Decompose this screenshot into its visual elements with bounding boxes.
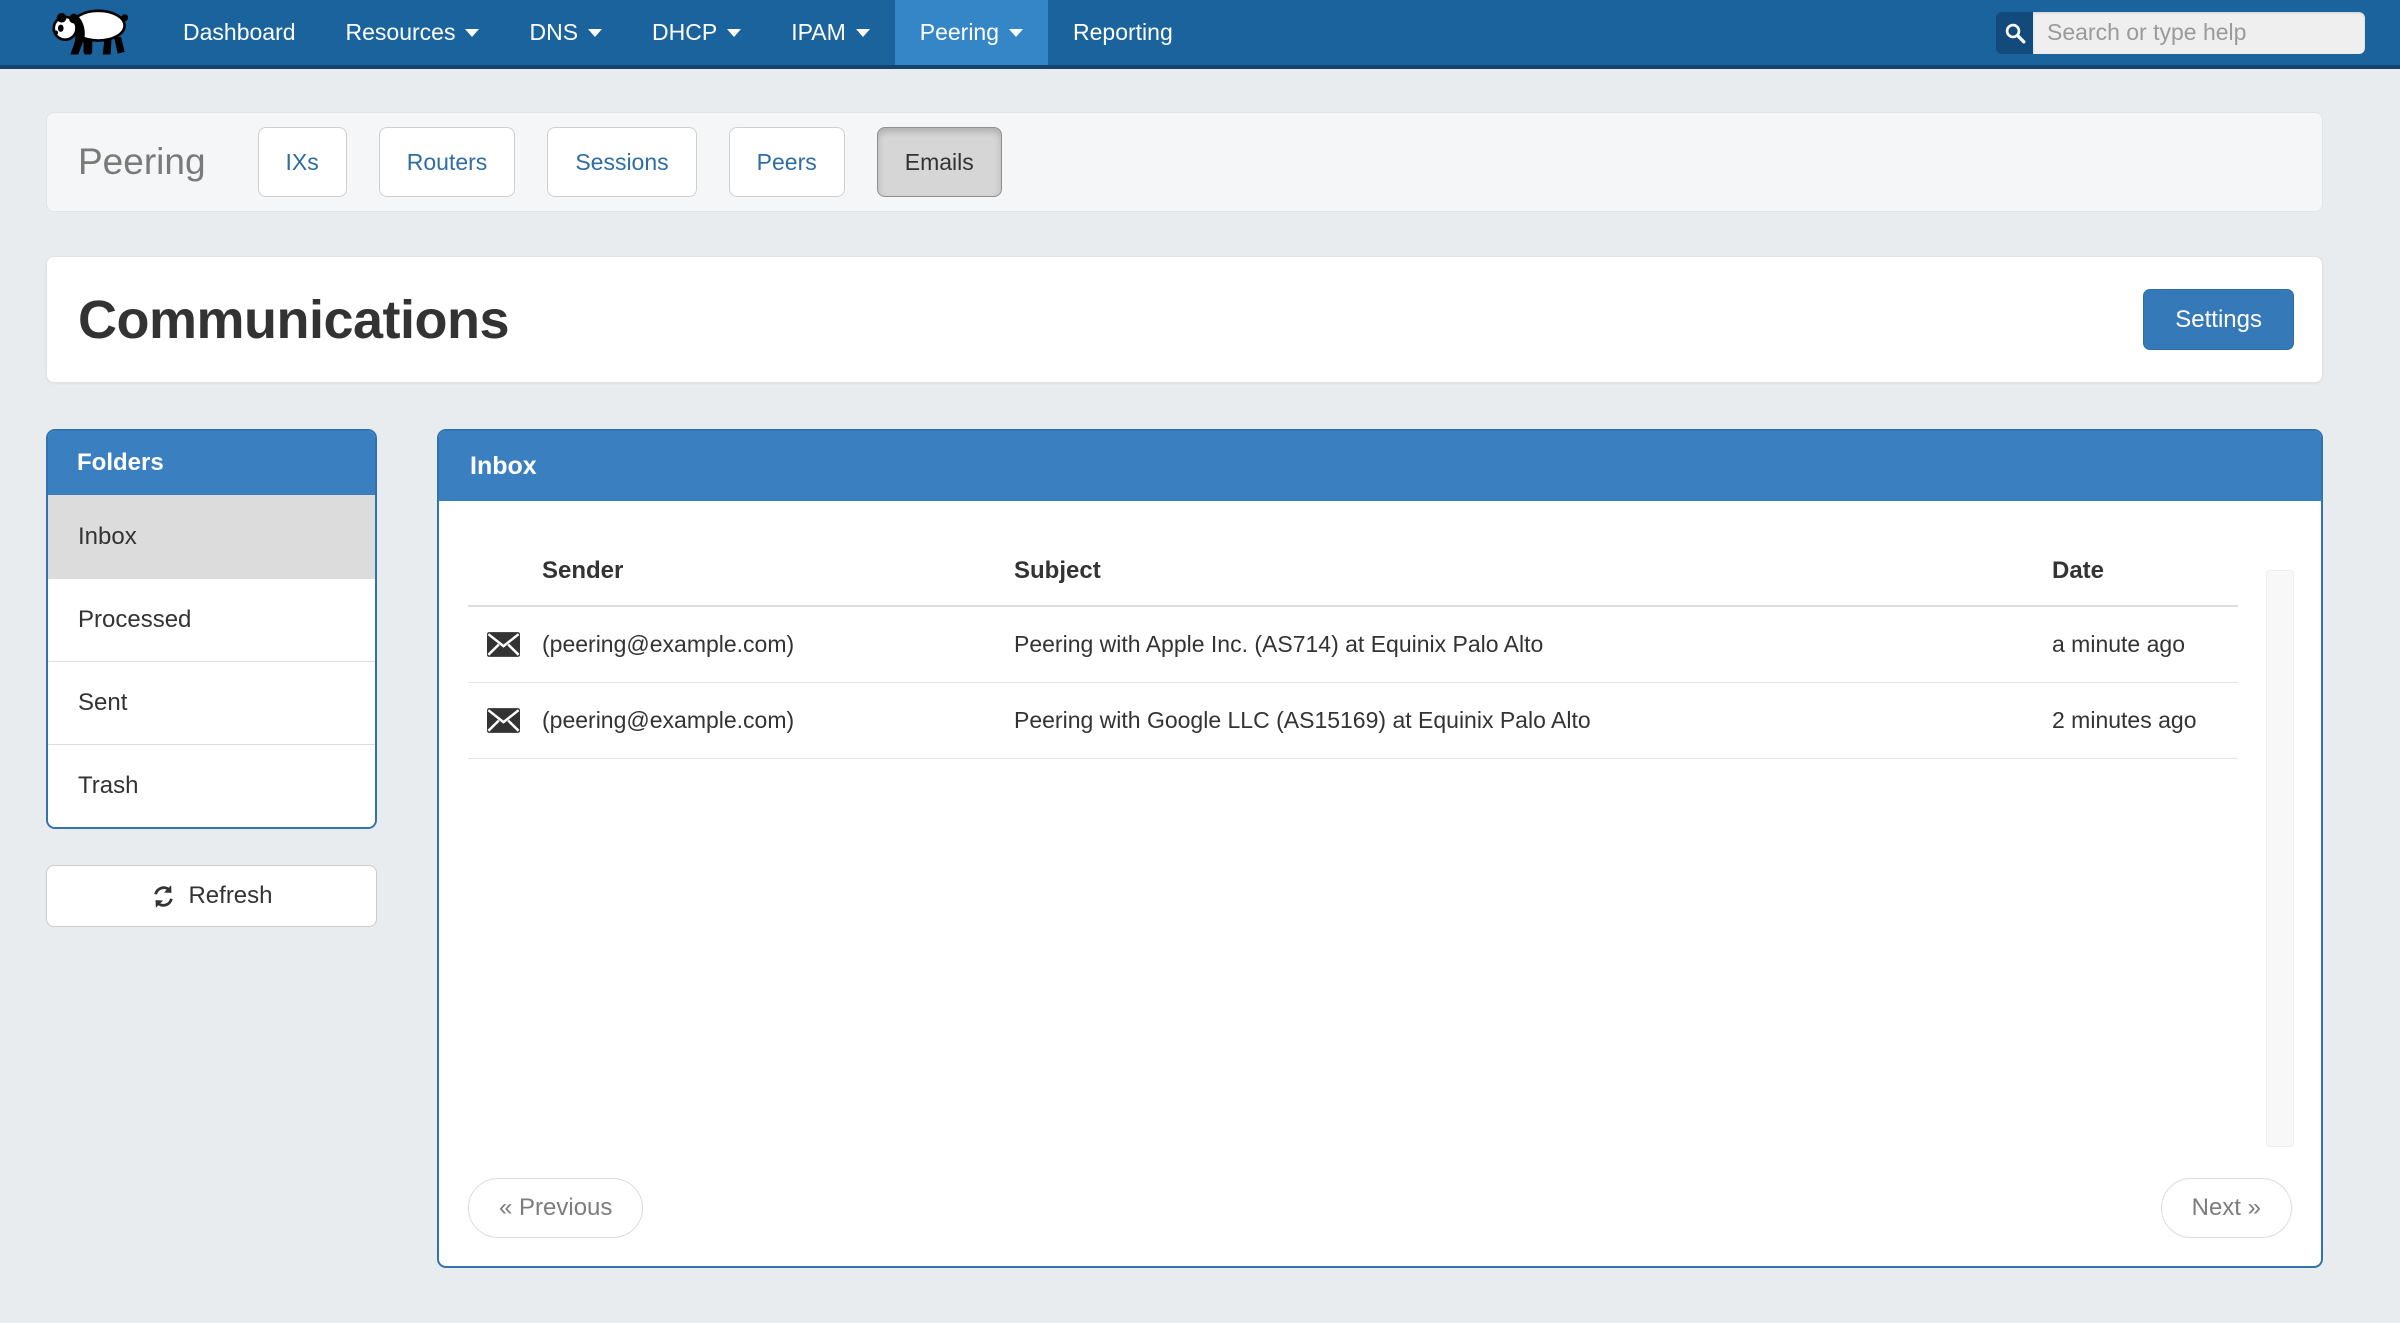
inbox-panel: Inbox Sender Subject Date [437,429,2323,1268]
mail-table-header-row: Sender Subject Date [468,543,2238,606]
subject-cell: Peering with Google LLC (AS15169) at Equ… [1014,683,2052,759]
inbox-header: Inbox [439,431,2321,501]
folder-item-inbox[interactable]: Inbox [48,495,375,578]
nav-item-resources[interactable]: Resources [321,0,505,65]
nav-label: Dashboard [183,19,296,46]
search-input[interactable] [2033,12,2365,54]
inbox-body: Sender Subject Date [439,543,2321,1268]
panda-logo-icon [50,2,138,63]
previous-button[interactable]: « Previous [468,1178,643,1238]
envelope-icon [468,683,542,759]
refresh-button[interactable]: Refresh [46,865,377,927]
brand-logo[interactable] [0,0,158,65]
date-cell: a minute ago [2052,606,2238,683]
refresh-icon [150,883,177,910]
nav-item-reporting[interactable]: Reporting [1048,0,1198,65]
navbar: Dashboard Resources DNS DHCP IPAM Peerin… [0,0,2400,69]
search-icon [1996,12,2033,54]
sender-cell: (peering@example.com) [542,606,1014,683]
nav-item-ipam[interactable]: IPAM [766,0,895,65]
chevron-down-icon [856,29,870,37]
tab-emails[interactable]: Emails [877,127,1002,197]
col-icon [468,543,542,606]
refresh-label: Refresh [188,882,272,910]
col-sender: Sender [542,543,1014,606]
tab-sessions[interactable]: Sessions [547,127,696,197]
nav-item-dashboard[interactable]: Dashboard [158,0,321,65]
tab-peers[interactable]: Peers [729,127,845,197]
nav-label: IPAM [791,19,846,46]
col-subject: Subject [1014,543,2052,606]
nav-item-dns[interactable]: DNS [504,0,627,65]
tab-routers[interactable]: Routers [379,127,516,197]
envelope-icon [468,606,542,683]
subnav-title: Peering [78,141,206,183]
main-menu: Dashboard Resources DNS DHCP IPAM Peerin… [158,0,1198,65]
nav-label: DHCP [652,19,717,46]
chevron-down-icon [1009,29,1023,37]
tab-ixs[interactable]: IXs [258,127,347,197]
folders-panel: Folders Inbox Processed Sent Trash [46,429,377,829]
sender-cell: (peering@example.com) [542,683,1014,759]
chevron-down-icon [465,29,479,37]
mail-table: Sender Subject Date [468,543,2238,759]
peering-subnav: Peering IXs Routers Sessions Peers Email… [46,112,2323,212]
subject-cell: Peering with Apple Inc. (AS714) at Equin… [1014,606,2052,683]
nav-item-dhcp[interactable]: DHCP [627,0,766,65]
mail-row[interactable]: (peering@example.com) Peering with Apple… [468,606,2238,683]
folders-header: Folders [48,431,375,495]
nav-label: DNS [529,19,578,46]
folder-item-sent[interactable]: Sent [48,661,375,744]
settings-button[interactable]: Settings [2143,289,2294,350]
chevron-down-icon [727,29,741,37]
nav-label: Peering [920,19,999,46]
title-panel: Communications Settings [46,256,2323,383]
content-area: Folders Inbox Processed Sent Trash Refre… [46,429,2323,1268]
page-title: Communications [78,289,509,351]
navbar-search [1996,12,2365,54]
scrollbar-track[interactable] [2266,570,2294,1147]
nav-label: Reporting [1073,19,1173,46]
folder-item-processed[interactable]: Processed [48,578,375,661]
left-column: Folders Inbox Processed Sent Trash Refre… [46,429,377,927]
date-cell: 2 minutes ago [2052,683,2238,759]
nav-label: Resources [346,19,456,46]
mail-row[interactable]: (peering@example.com) Peering with Googl… [468,683,2238,759]
col-date: Date [2052,543,2238,606]
folder-item-trash[interactable]: Trash [48,744,375,827]
pagination: « Previous Next » [468,1178,2292,1238]
nav-item-peering[interactable]: Peering [895,0,1048,65]
chevron-down-icon [588,29,602,37]
next-button[interactable]: Next » [2161,1178,2292,1238]
